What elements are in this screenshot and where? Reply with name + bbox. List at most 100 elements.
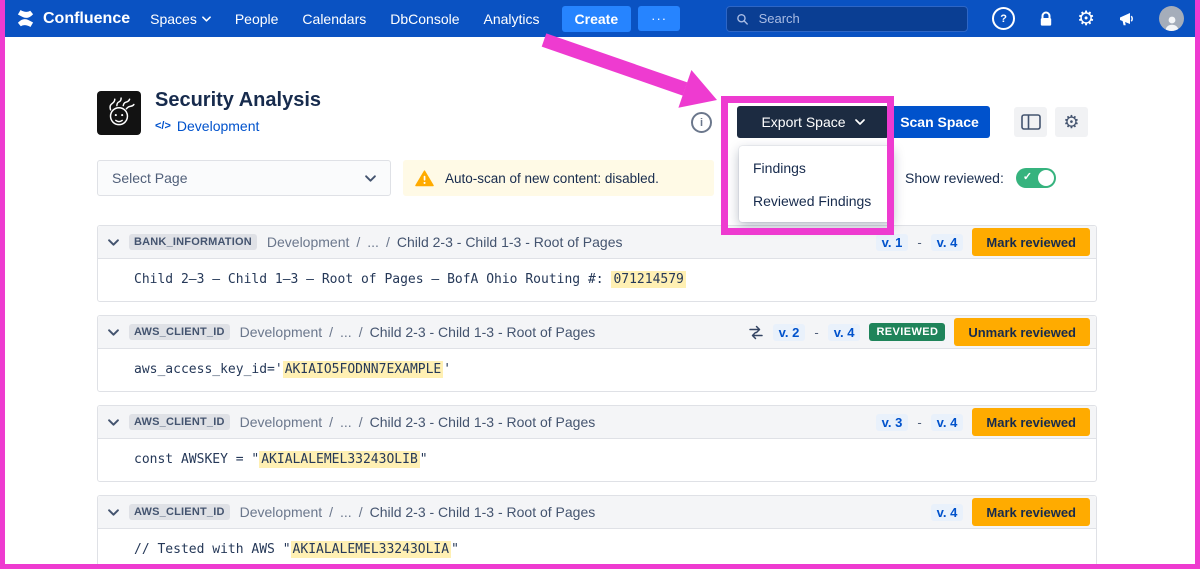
search-box[interactable] [726, 6, 968, 32]
breadcrumb-page[interactable]: Child 2-3 - Child 1-3 - Root of Pages [370, 414, 596, 430]
finding-code: aws_access_key_id='AKIAIO5FODNN7EXAMPLE' [98, 349, 1096, 391]
version-to-link[interactable]: v. 4 [931, 504, 964, 521]
breadcrumb-separator: / [329, 504, 333, 520]
reviewed-status-badge: REVIEWED [869, 323, 945, 341]
chevron-down-icon [365, 175, 376, 182]
code-text: aws_access_key_id=' [134, 362, 283, 377]
breadcrumb-page[interactable]: Child 2-3 - Child 1-3 - Root of Pages [370, 504, 596, 520]
create-button[interactable]: Create [562, 6, 632, 32]
nav-item-people[interactable]: People [235, 11, 279, 27]
version-to-link[interactable]: v. 4 [931, 414, 964, 431]
nav-item-analytics[interactable]: Analytics [484, 11, 540, 27]
annotation-arrow [532, 30, 732, 120]
export-space-button[interactable]: Export Space [737, 106, 889, 138]
version-separator: - [814, 325, 818, 340]
breadcrumb-page[interactable]: Child 2-3 - Child 1-3 - Root of Pages [370, 324, 596, 340]
toggle-knob [1038, 170, 1054, 186]
menu-item-reviewed-findings[interactable]: Reviewed Findings [739, 184, 893, 217]
finding-card: AWS_CLIENT_ID Development / ... / Child … [97, 405, 1097, 482]
secret-highlight: AKIALALEMEL33243OLIA [291, 541, 452, 558]
mark-reviewed-button[interactable]: Mark reviewed [972, 498, 1090, 526]
finding-header: AWS_CLIENT_ID Development / ... / Child … [98, 496, 1096, 529]
mark-reviewed-button[interactable]: Mark reviewed [972, 408, 1090, 436]
search-input[interactable] [757, 10, 959, 27]
breadcrumb-separator: / [359, 504, 363, 520]
menu-item-findings[interactable]: Findings [739, 151, 893, 184]
code-text: ' [443, 362, 451, 377]
finding-card: AWS_CLIENT_ID Development / ... / Child … [97, 315, 1097, 392]
finding-actions: v. 3 - v. 4 Mark reviewed [876, 408, 1090, 436]
info-icon[interactable]: i [691, 112, 712, 133]
breadcrumb-page[interactable]: Child 2-3 - Child 1-3 - Root of Pages [397, 234, 623, 250]
breadcrumb-ellipsis[interactable]: ... [340, 324, 352, 340]
finding-type-badge: AWS_CLIENT_ID [129, 504, 230, 520]
breadcrumb-ellipsis[interactable]: ... [340, 414, 352, 430]
top-nav: Confluence Spaces People Calendars DbCon… [0, 0, 1200, 37]
space-settings-button[interactable]: ⚙ [1055, 107, 1088, 137]
autoscan-warning-banner: Auto-scan of new content: disabled. [403, 160, 714, 196]
finding-actions: v. 4 Mark reviewed [931, 498, 1090, 526]
breadcrumb-separator: / [386, 234, 390, 250]
warning-icon [415, 170, 434, 187]
select-page-dropdown[interactable]: Select Page [97, 160, 391, 196]
unmark-reviewed-button[interactable]: Unmark reviewed [954, 318, 1090, 346]
nav-item-spaces[interactable]: Spaces [150, 11, 211, 27]
breadcrumb: Development / ... / Child 2-3 - Child 1-… [240, 324, 596, 340]
export-space-menu: Findings Reviewed Findings [739, 146, 893, 222]
show-reviewed-toggle[interactable]: ✓ [1016, 168, 1056, 188]
breadcrumb-space[interactable]: Development [267, 234, 350, 250]
breadcrumb-space[interactable]: Development [240, 414, 323, 430]
mark-reviewed-button[interactable]: Mark reviewed [972, 228, 1090, 256]
version-from-link[interactable]: v. 2 [773, 324, 806, 341]
version-from-link[interactable]: v. 3 [876, 414, 909, 431]
chevron-down-icon[interactable] [108, 419, 119, 426]
space-breadcrumb-link[interactable]: </> Development [155, 118, 259, 134]
breadcrumb-separator: / [329, 414, 333, 430]
code-text: " [451, 542, 459, 557]
show-reviewed-control: Show reviewed: ✓ [905, 160, 1056, 196]
nav-item-calendars[interactable]: Calendars [302, 11, 366, 27]
breadcrumb-space[interactable]: Development [240, 324, 323, 340]
breadcrumb-ellipsis[interactable]: ... [340, 504, 352, 520]
help-icon[interactable]: ? [992, 7, 1015, 30]
announcement-icon[interactable] [1118, 11, 1136, 27]
version-from-link[interactable]: v. 1 [876, 234, 909, 251]
show-reviewed-label: Show reviewed: [905, 170, 1004, 186]
code-text: const AWSKEY = " [134, 452, 259, 467]
breadcrumb-space[interactable]: Development [240, 504, 323, 520]
version-to-link[interactable]: v. 4 [931, 234, 964, 251]
gear-icon: ⚙ [1063, 112, 1079, 133]
version-to-link[interactable]: v. 4 [828, 324, 861, 341]
chevron-down-icon[interactable] [108, 509, 119, 516]
confluence-logo-icon [16, 9, 35, 28]
settings-gear-icon[interactable]: ⚙ [1077, 9, 1095, 29]
finding-code: // Tested with AWS "AKIALALEMEL33243OLIA… [98, 529, 1096, 569]
chevron-down-icon [855, 119, 865, 125]
lock-icon[interactable] [1038, 10, 1054, 28]
breadcrumb-separator: / [359, 414, 363, 430]
finding-header: BANK_INFORMATION Development / ... / Chi… [98, 226, 1096, 259]
nav-item-dbconsole[interactable]: DbConsole [390, 11, 459, 27]
scan-space-button[interactable]: Scan Space [889, 106, 990, 138]
space-avatar-doodle [101, 95, 137, 131]
finding-actions: v. 2 - v. 4 REVIEWED Unmark reviewed [748, 318, 1090, 346]
finding-actions: v. 1 - v. 4 Mark reviewed [876, 228, 1090, 256]
nav-links: Spaces People Calendars DbConsole Analyt… [150, 11, 539, 27]
screenshot-border-right [1195, 0, 1200, 569]
finding-header: AWS_CLIENT_ID Development / ... / Child … [98, 406, 1096, 439]
space-avatar [97, 91, 141, 135]
panels-button[interactable] [1014, 107, 1047, 137]
finding-code: Child 2–3 – Child 1–3 – Root of Pages – … [98, 259, 1096, 301]
chevron-down-icon[interactable] [108, 239, 119, 246]
finding-type-badge: BANK_INFORMATION [129, 234, 257, 250]
space-name: Development [177, 118, 260, 134]
user-avatar[interactable] [1159, 6, 1184, 31]
chevron-down-icon[interactable] [108, 329, 119, 336]
confluence-home-link[interactable]: Confluence [16, 9, 130, 28]
breadcrumb-ellipsis[interactable]: ... [367, 234, 379, 250]
compare-versions-icon[interactable] [748, 325, 764, 340]
search-icon [736, 12, 748, 26]
more-button[interactable]: ··· [638, 6, 680, 31]
code-icon: </> [155, 120, 171, 132]
breadcrumb-separator: / [329, 324, 333, 340]
